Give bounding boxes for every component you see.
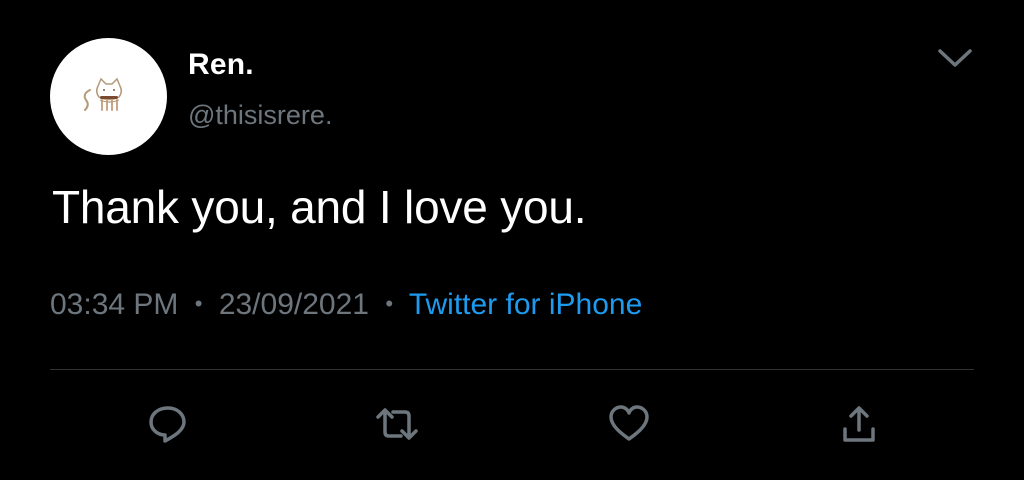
tweet-meta: 03:34 PM • 23/09/2021 • Twitter for iPho… [50,288,642,322]
share-icon[interactable] [837,402,881,446]
tweet-source-link[interactable]: Twitter for iPhone [409,288,642,321]
tweet-date[interactable]: 23/09/2021 [219,288,369,321]
avatar[interactable] [50,38,167,155]
reply-icon[interactable] [146,402,190,446]
divider [50,369,974,370]
chevron-down-icon[interactable] [934,44,976,72]
user-handle[interactable]: @thisisrere. [188,100,332,131]
meta-separator: • [194,291,203,316]
display-name[interactable]: Ren. [188,48,254,82]
meta-separator: • [385,291,394,316]
retweet-icon[interactable] [375,402,419,446]
cat-avatar-icon [83,77,123,111]
tweet-detail: Ren. @thisisrere. Thank you, and I love … [0,0,1024,480]
like-icon[interactable] [607,402,651,446]
tweet-time[interactable]: 03:34 PM [50,288,178,321]
tweet-text: Thank you, and I love you. [52,181,587,233]
